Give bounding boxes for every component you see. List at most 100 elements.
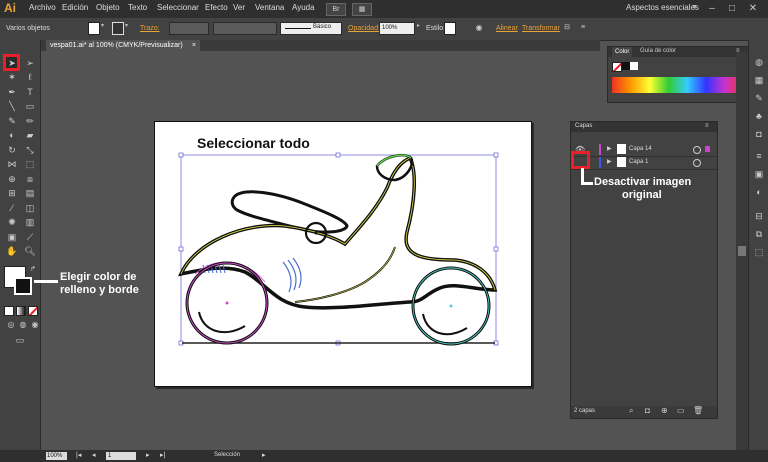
none-color-icon[interactable]: [612, 62, 622, 72]
opacity-link[interactable]: Opacidad:: [348, 25, 380, 32]
direct-selection-tool-icon[interactable]: ➢: [23, 57, 37, 69]
gradient-mode-icon[interactable]: [16, 306, 26, 316]
chevron-down-icon[interactable]: ▼: [691, 4, 698, 11]
workspace-switcher[interactable]: Aspectos esenciales: [626, 3, 699, 12]
menu-archivo[interactable]: Archivo: [29, 3, 56, 12]
layer-name[interactable]: Capa 1: [629, 159, 648, 165]
tab-color[interactable]: Color: [612, 47, 633, 57]
chevron-right-icon[interactable]: ▸: [417, 22, 420, 29]
black-swatch[interactable]: [622, 62, 630, 70]
expand-triangle-icon[interactable]: ▶: [607, 158, 612, 165]
graphic-style-swatch[interactable]: [444, 22, 456, 35]
fill-swatch[interactable]: [88, 22, 100, 35]
stroke-link[interactable]: Trazo:: [140, 25, 160, 32]
layer-name[interactable]: Capa 14: [629, 146, 652, 152]
locate-object-icon[interactable]: ⌕: [629, 406, 633, 416]
stroke-weight-input[interactable]: [169, 22, 209, 35]
page-field[interactable]: 1: [106, 452, 136, 460]
menu-efecto[interactable]: Efecto: [205, 3, 228, 12]
close-tab-icon[interactable]: ×: [192, 40, 196, 51]
line-tool-icon[interactable]: ╲: [5, 100, 19, 112]
close-icon[interactable]: ✕: [746, 2, 760, 15]
isolate-group-icon[interactable]: ⊟: [560, 22, 574, 34]
transparency-icon[interactable]: ◐: [753, 186, 765, 198]
brush-dropdown[interactable]: Básico: [280, 22, 342, 35]
menu-objeto[interactable]: Objeto: [96, 3, 120, 12]
eraser-icon[interactable]: ▰: [23, 129, 37, 141]
next-page-icon[interactable]: ▸: [146, 451, 150, 459]
vertical-scrollbar[interactable]: [736, 52, 748, 450]
paintbrush-icon[interactable]: ✎: [5, 115, 19, 127]
color-spectrum[interactable]: [612, 77, 744, 93]
perspective-grid-icon[interactable]: ⧈: [23, 173, 37, 185]
hand-tool-icon[interactable]: ✋: [5, 245, 19, 257]
menu-seleccionar[interactable]: Seleccionar: [157, 3, 199, 12]
menu-edicion[interactable]: Edición: [62, 3, 88, 12]
align-panel-icon[interactable]: ⊟: [753, 210, 765, 222]
menu-texto[interactable]: Texto: [128, 3, 147, 12]
screen-mode-icon[interactable]: ▭: [13, 334, 27, 346]
first-page-icon[interactable]: |◂: [76, 451, 81, 459]
make-clipping-mask-icon[interactable]: ◘: [645, 406, 650, 415]
lasso-icon[interactable]: ℓ: [23, 71, 37, 83]
minimize-icon[interactable]: –: [705, 2, 719, 15]
pen-tool-icon[interactable]: ✒: [5, 86, 19, 98]
draw-inside-icon[interactable]: ◉: [28, 319, 42, 331]
free-transform-icon[interactable]: ⬚: [23, 158, 37, 170]
zoom-field[interactable]: 100%: [46, 452, 67, 460]
bridge-button[interactable]: Br: [326, 3, 346, 16]
layers-tab[interactable]: Capas: [575, 123, 592, 129]
tab-color-guide[interactable]: Guía de color: [640, 48, 676, 54]
recolor-artwork-icon[interactable]: ◉: [472, 22, 486, 34]
blend-tool-icon[interactable]: ◫: [23, 202, 37, 214]
panel-menu-icon[interactable]: ≡: [705, 123, 709, 129]
document-tab[interactable]: vespa01.ai* al 100% (CMYK/Previsualizar)…: [46, 40, 200, 51]
gradient-tool-icon[interactable]: ▤: [23, 187, 37, 199]
eyedropper-icon[interactable]: ⁄: [5, 202, 19, 214]
width-tool-icon[interactable]: ⋈: [5, 158, 19, 170]
expand-triangle-icon[interactable]: ▶: [607, 145, 612, 152]
brushes-icon[interactable]: ✎: [753, 92, 765, 104]
new-sublayer-icon[interactable]: ⊕: [661, 406, 668, 415]
selection-indicator[interactable]: [705, 146, 710, 152]
arrange-documents-button[interactable]: ▦: [352, 3, 372, 16]
swap-fill-stroke-icon[interactable]: ↱: [26, 264, 40, 276]
magic-wand-icon[interactable]: ✶: [5, 71, 19, 83]
artboard-tool-icon[interactable]: ▣: [5, 231, 19, 243]
column-graph-icon[interactable]: ▥: [23, 216, 37, 228]
transform-link[interactable]: Transformar: [522, 25, 560, 32]
target-icon[interactable]: [693, 159, 701, 167]
symbols-icon[interactable]: ♣: [753, 110, 765, 122]
blob-brush-icon[interactable]: ◐: [5, 129, 19, 141]
pathfinder-icon[interactable]: ⧉: [753, 228, 765, 240]
previous-page-icon[interactable]: ◂: [92, 451, 96, 459]
stroke-swatch[interactable]: [112, 22, 124, 35]
mesh-tool-icon[interactable]: ⊞: [5, 187, 19, 199]
layer-row[interactable]: 👁︎ ▶ Capa 14: [571, 143, 717, 157]
status-menu-icon[interactable]: ▸: [262, 451, 266, 459]
stroke-panel-icon[interactable]: ≡: [753, 150, 765, 162]
appearance-icon[interactable]: ◍: [753, 56, 765, 68]
target-icon[interactable]: [693, 146, 701, 154]
swatches-icon[interactable]: ▦: [753, 74, 765, 86]
chevron-down-icon[interactable]: ▾: [101, 22, 104, 29]
scrollbar-thumb[interactable]: [738, 246, 746, 256]
rotate-tool-icon[interactable]: ↻: [5, 144, 19, 156]
type-tool-icon[interactable]: T: [23, 86, 37, 98]
color-mode-icon[interactable]: [4, 306, 14, 316]
menu-ver[interactable]: Ver: [233, 3, 245, 12]
last-page-icon[interactable]: ▸|: [160, 451, 165, 459]
zoom-tool-icon[interactable]: 🔍︎: [23, 245, 37, 257]
gradient-panel-icon[interactable]: ▣: [753, 168, 765, 180]
none-mode-icon[interactable]: [28, 306, 38, 316]
menu-ventana[interactable]: Ventana: [255, 3, 284, 12]
variable-width-profile[interactable]: [213, 22, 277, 35]
pencil-icon[interactable]: ✏: [23, 115, 37, 127]
menu-ayuda[interactable]: Ayuda: [292, 3, 315, 12]
control-panel-menu-icon[interactable]: ≡: [576, 22, 590, 34]
rectangle-tool-icon[interactable]: ▭: [23, 100, 37, 112]
symbol-sprayer-icon[interactable]: ✺: [5, 216, 19, 228]
layer-row[interactable]: ▶ Capa 1: [571, 156, 717, 170]
stroke-color-swatch[interactable]: [14, 277, 32, 295]
slice-tool-icon[interactable]: ⟋: [23, 231, 37, 243]
